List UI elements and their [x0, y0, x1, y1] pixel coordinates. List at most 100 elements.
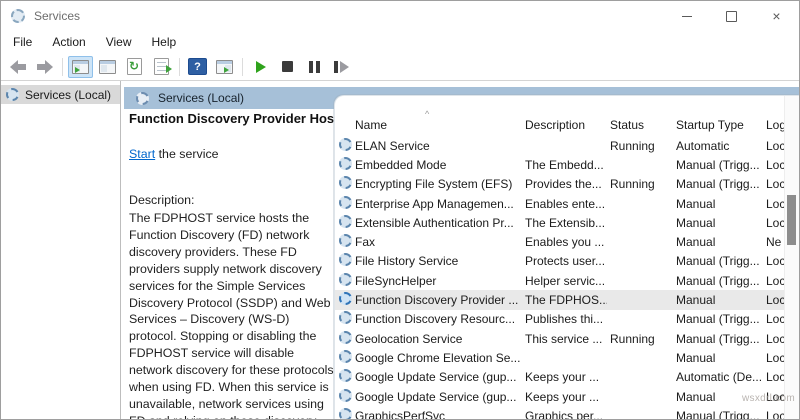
service-row[interactable]: Encrypting File System (EFS) Provides th… — [335, 175, 785, 194]
service-gear-icon — [339, 273, 352, 286]
service-row[interactable]: Google Update Service (gup... Keeps your… — [335, 368, 785, 387]
service-row[interactable]: Function Discovery Provider ... The FDPH… — [335, 290, 785, 309]
help-icon: ? — [188, 58, 207, 75]
service-startup-type: Manual — [676, 351, 764, 365]
window-controls: × — [664, 1, 799, 31]
service-name: File History Service — [355, 254, 520, 268]
service-gear-icon — [339, 176, 352, 189]
service-row[interactable]: File History Service Protects user... Ma… — [335, 252, 785, 271]
service-gear-icon — [339, 196, 352, 209]
play-icon — [256, 61, 266, 73]
services-list: ^ Name Description Status Startup Type L… — [334, 95, 799, 420]
service-description-text: The FDPHOST service hosts the Function D… — [129, 210, 337, 420]
column-header-startup-type[interactable]: Startup Type — [676, 118, 744, 132]
service-row[interactable]: Enterprise App Managemen... Enables ente… — [335, 194, 785, 213]
toolbar-separator — [62, 58, 63, 76]
service-startup-type: Manual (Trigg... — [676, 177, 764, 191]
back-arrow-icon — [10, 60, 26, 74]
pause-service-button[interactable] — [302, 56, 327, 78]
service-row[interactable]: Extensible Authentication Pr... The Exte… — [335, 213, 785, 232]
services-app-icon — [11, 9, 25, 23]
scrollbar-thumb[interactable] — [787, 195, 796, 245]
column-header-status[interactable]: Status — [610, 118, 644, 132]
export-list-icon — [154, 58, 169, 75]
properties-button[interactable] — [95, 56, 120, 78]
menu-view[interactable]: View — [96, 32, 142, 52]
service-gear-icon — [339, 138, 352, 151]
service-row[interactable]: Embedded Mode The Embedd... Manual (Trig… — [335, 155, 785, 174]
forward-button[interactable] — [32, 56, 57, 78]
service-startup-type: Manual (Trigg... — [676, 332, 764, 346]
close-button[interactable]: × — [754, 1, 799, 31]
service-description: The Embedd... — [525, 158, 607, 172]
tree-item-services-local[interactable]: Services (Local) — [1, 85, 120, 104]
service-description: Graphics per... — [525, 409, 607, 420]
back-button[interactable] — [5, 56, 30, 78]
maximize-button[interactable] — [709, 1, 754, 31]
column-header-name[interactable]: Name — [355, 118, 387, 132]
toolbar: ↻ ? — [1, 53, 799, 81]
service-startup-type: Automatic (De... — [676, 370, 764, 384]
export-list-button[interactable] — [149, 56, 174, 78]
service-startup-type: Manual — [676, 235, 764, 249]
show-action-pane-button[interactable] — [212, 56, 237, 78]
stop-icon — [282, 61, 293, 72]
banner-label: Services (Local) — [158, 91, 244, 105]
service-description: Helper servic... — [525, 274, 607, 288]
column-header-description[interactable]: Description — [525, 118, 585, 132]
service-row[interactable]: Google Chrome Elevation Se... Manual Loc — [335, 348, 785, 367]
action-pane-icon — [216, 60, 233, 74]
stop-service-button[interactable] — [275, 56, 300, 78]
service-status: Running — [610, 139, 672, 153]
service-row[interactable]: Geolocation Service This service ... Run… — [335, 329, 785, 348]
menu-action[interactable]: Action — [42, 32, 95, 52]
menu-file[interactable]: File — [3, 32, 42, 52]
service-row[interactable]: Function Discovery Resourc... Publishes … — [335, 310, 785, 329]
service-name: Fax — [355, 235, 520, 249]
service-name: Embedded Mode — [355, 158, 520, 172]
vertical-scrollbar[interactable] — [784, 96, 799, 420]
service-name: Geolocation Service — [355, 332, 520, 346]
service-name: Function Discovery Resourc... — [355, 312, 520, 326]
title-bar[interactable]: Services × — [1, 1, 799, 31]
service-row[interactable]: ELAN Service Running Automatic Loc — [335, 136, 785, 155]
service-startup-type: Manual — [676, 293, 764, 307]
service-row[interactable]: FileSyncHelper Helper servic... Manual (… — [335, 271, 785, 290]
show-console-tree-button[interactable] — [68, 56, 93, 78]
service-name: Extensible Authentication Pr... — [355, 216, 520, 230]
service-name: ELAN Service — [355, 139, 520, 153]
start-service-button[interactable] — [248, 56, 273, 78]
service-name: Google Chrome Elevation Se... — [355, 351, 520, 365]
service-row[interactable]: GraphicsPerfSvc Graphics per... Manual (… — [335, 406, 785, 420]
service-row[interactable]: Google Update Service (gup... Keeps your… — [335, 387, 785, 406]
properties-icon — [99, 60, 116, 74]
help-button[interactable]: ? — [185, 56, 210, 78]
service-description: The Extensib... — [525, 216, 607, 230]
restart-icon — [334, 61, 349, 73]
service-name: GraphicsPerfSvc — [355, 409, 520, 420]
tree-item-label: Services (Local) — [25, 88, 111, 102]
minimize-icon — [682, 16, 692, 17]
service-gear-icon — [339, 234, 352, 247]
service-startup-type: Manual — [676, 216, 764, 230]
console-tree-pane: Services (Local) — [1, 81, 121, 420]
service-gear-icon — [339, 331, 352, 344]
minimize-button[interactable] — [664, 1, 709, 31]
selected-service-title: Function Discovery Provider Host — [129, 111, 359, 126]
service-description: Provides the... — [525, 177, 607, 191]
service-gear-icon — [339, 350, 352, 363]
service-startup-type: Manual (Trigg... — [676, 312, 764, 326]
menu-help[interactable]: Help — [142, 32, 187, 52]
service-startup-type: Manual (Trigg... — [676, 158, 764, 172]
service-name: Encrypting File System (EFS) — [355, 177, 520, 191]
service-row[interactable]: Fax Enables you ... Manual Ne — [335, 232, 785, 251]
service-gear-icon — [339, 215, 352, 228]
service-description: Protects user... — [525, 254, 607, 268]
restart-service-button[interactable] — [329, 56, 354, 78]
start-service-suffix: the service — [155, 147, 218, 161]
services-gear-icon — [6, 88, 19, 101]
refresh-button[interactable]: ↻ — [122, 56, 147, 78]
start-service-link[interactable]: Start — [129, 147, 155, 161]
service-gear-icon — [339, 408, 352, 420]
pause-icon — [309, 61, 320, 73]
